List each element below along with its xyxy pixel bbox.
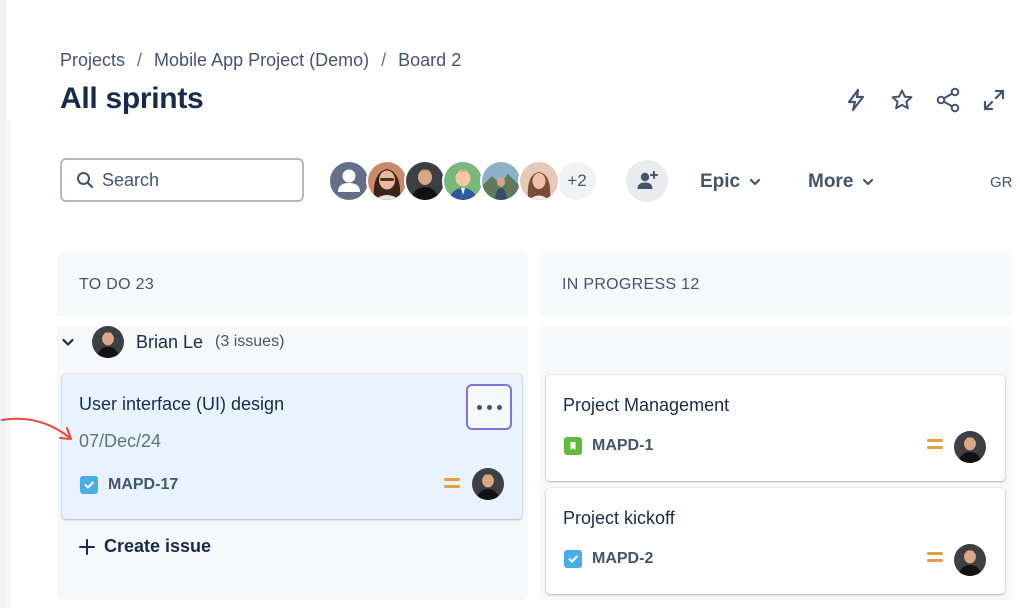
person-photo	[520, 162, 558, 200]
avatar-user-3[interactable]	[442, 160, 484, 202]
column-divider	[57, 316, 528, 326]
epic-filter-button[interactable]: Epic	[700, 164, 762, 200]
issue-card[interactable]: User interface (UI) design 07/Dec/24 MAP…	[62, 374, 522, 519]
issue-key[interactable]: MAPD-2	[564, 550, 653, 568]
issue-key-label: MAPD-17	[108, 476, 178, 494]
landscape-photo	[482, 162, 520, 200]
breadcrumb-separator: /	[381, 50, 386, 71]
task-icon	[80, 476, 98, 494]
plus-icon	[78, 538, 96, 556]
add-people-button[interactable]	[626, 160, 668, 202]
create-issue-button[interactable]: Create issue	[78, 536, 211, 557]
breadcrumb-projects[interactable]: Projects	[60, 50, 125, 71]
fullscreen-icon	[982, 88, 1006, 112]
more-dot	[487, 405, 492, 410]
avatar	[92, 326, 124, 358]
issue-key-label: MAPD-1	[592, 437, 653, 455]
avatar-user-2[interactable]	[404, 160, 446, 202]
share-icon	[935, 87, 961, 113]
create-issue-label: Create issue	[104, 536, 211, 557]
assignee-avatar[interactable]	[472, 468, 504, 500]
card-more-button[interactable]	[466, 384, 512, 430]
annotation-arrow-icon	[0, 412, 80, 452]
swimlane-name: Brian Le	[136, 332, 203, 353]
star-icon	[890, 88, 914, 112]
epic-filter-label: Epic	[700, 171, 740, 193]
add-user-icon	[635, 169, 659, 193]
person-photo	[368, 162, 406, 200]
issue-due-date: 07/Dec/24	[79, 431, 161, 452]
more-dot	[477, 405, 482, 410]
person-photo	[406, 162, 444, 200]
issue-card[interactable]: Project kickoff MAPD-2	[546, 488, 1005, 594]
avatar-unassigned[interactable]	[328, 160, 370, 202]
avatar-overflow-button[interactable]: +2	[556, 160, 598, 202]
priority-medium-icon	[927, 552, 943, 564]
column-header: IN PROGRESS 12	[562, 276, 700, 294]
person-illustration	[444, 162, 482, 200]
search-input[interactable]	[100, 169, 284, 192]
column-divider	[540, 316, 1012, 326]
issue-title: Project Management	[563, 395, 729, 416]
breadcrumb: Projects / Mobile App Project (Demo) / B…	[60, 50, 461, 71]
breadcrumb-project[interactable]: Mobile App Project (Demo)	[154, 50, 369, 71]
issue-card[interactable]: Project Management MAPD-1	[546, 375, 1005, 481]
more-dot	[497, 405, 502, 410]
share-button[interactable]	[932, 84, 964, 116]
issue-key[interactable]: MAPD-1	[564, 437, 653, 455]
assignee-avatar[interactable]	[954, 431, 986, 463]
star-button[interactable]	[886, 84, 918, 116]
avatar-user-1[interactable]	[366, 160, 408, 202]
column-header: TO DO 23	[79, 276, 154, 294]
automation-icon	[845, 88, 867, 112]
board-page: Projects / Mobile App Project (Demo) / B…	[0, 0, 1020, 608]
chevron-down-icon	[861, 175, 875, 189]
fullscreen-button[interactable]	[978, 84, 1010, 116]
search-icon	[76, 171, 94, 189]
chevron-down-icon	[748, 175, 762, 189]
issue-title: Project kickoff	[563, 508, 675, 529]
avatar-user-4[interactable]	[480, 160, 522, 202]
issue-key-label: MAPD-2	[592, 550, 653, 568]
swimlane-header[interactable]: Brian Le (3 issues)	[60, 326, 284, 358]
story-icon	[564, 437, 582, 455]
more-filters-button[interactable]: More	[808, 164, 875, 200]
swimlane-issue-count: (3 issues)	[215, 333, 284, 351]
issue-key[interactable]: MAPD-17	[80, 476, 178, 494]
avatar-user-5[interactable]	[518, 160, 560, 202]
user-icon	[330, 162, 368, 200]
sidebar-edge-shadow	[6, 120, 10, 608]
page-title: All sprints	[60, 82, 203, 116]
group-by-label[interactable]: GR	[990, 174, 1013, 191]
search-field[interactable]	[60, 158, 304, 202]
automation-button[interactable]	[840, 84, 872, 116]
task-icon	[564, 550, 582, 568]
assignee-filter: +2	[328, 160, 598, 202]
priority-medium-icon	[927, 439, 943, 451]
person-photo	[472, 468, 504, 500]
person-photo	[954, 431, 986, 463]
more-filters-label: More	[808, 171, 853, 193]
breadcrumb-board[interactable]: Board 2	[398, 50, 461, 71]
assignee-avatar[interactable]	[954, 544, 986, 576]
header-actions	[840, 84, 1010, 116]
priority-medium-icon	[444, 478, 460, 490]
breadcrumb-separator: /	[137, 50, 142, 71]
person-photo	[92, 326, 124, 358]
chevron-down-icon[interactable]	[60, 334, 76, 350]
person-photo	[954, 544, 986, 576]
issue-title: User interface (UI) design	[79, 394, 284, 415]
